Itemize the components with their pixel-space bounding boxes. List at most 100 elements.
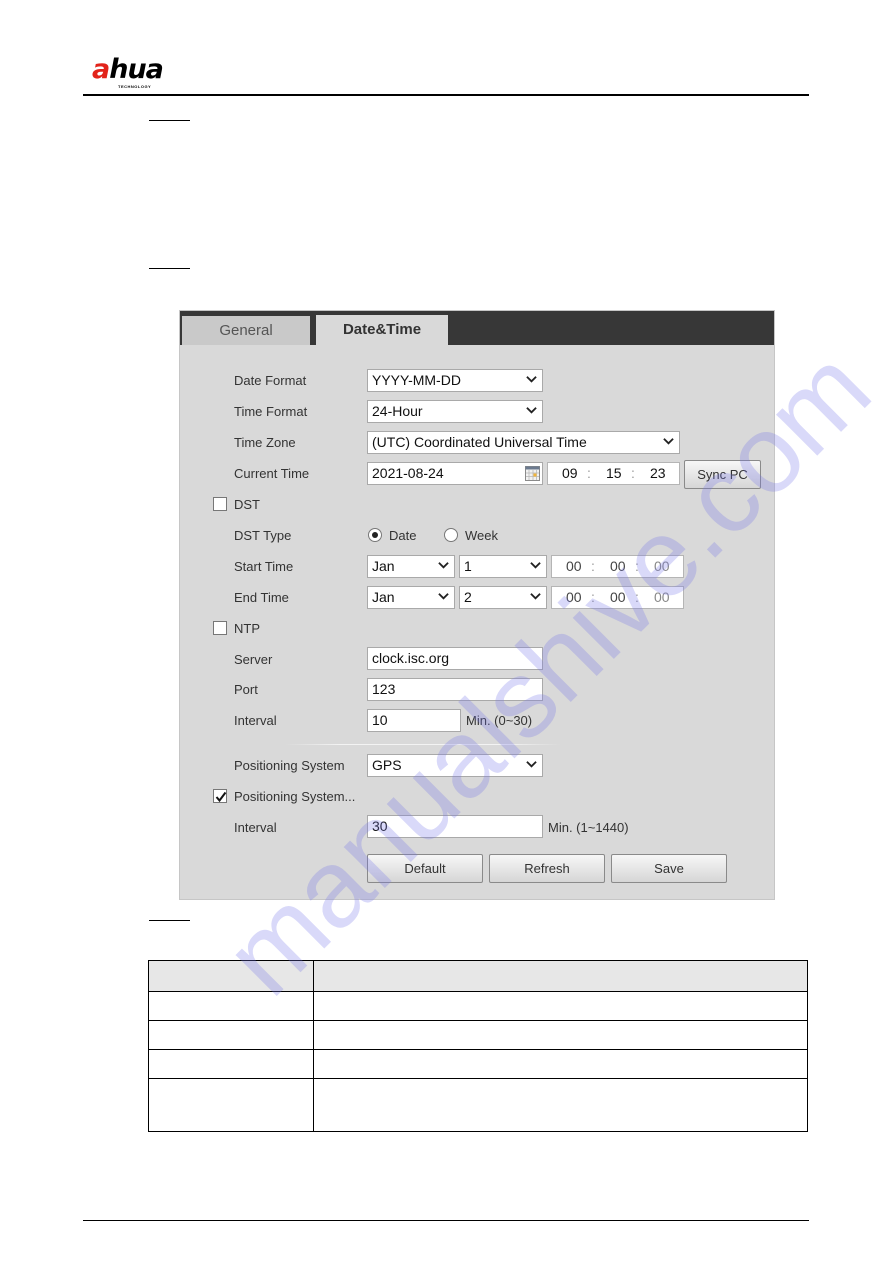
time-separator: : <box>635 589 639 605</box>
dst-checkbox[interactable] <box>213 497 227 511</box>
checkmark-icon <box>215 791 227 803</box>
current-time-input[interactable]: 09 : 15 : 23 <box>547 462 680 485</box>
step-marker <box>149 268 190 269</box>
end-time-label: End Time <box>234 590 289 605</box>
table-cell <box>148 1049 314 1079</box>
current-time-label: Current Time <box>234 466 310 481</box>
table-cell <box>313 1020 808 1050</box>
chevron-down-icon <box>438 593 449 600</box>
save-button[interactable]: Save <box>611 854 727 883</box>
sync-pc-button[interactable]: Sync PC <box>684 460 761 489</box>
current-date-input[interactable]: 2021-08-24 <box>367 462 543 485</box>
table-cell <box>148 1078 314 1132</box>
positioning-interval-input[interactable]: 30 <box>367 815 543 838</box>
end-second: 00 <box>654 589 670 605</box>
ntp-checkbox[interactable] <box>213 621 227 635</box>
date-format-select[interactable]: YYYY-MM-DD <box>367 369 543 392</box>
ntp-server-label: Server <box>234 652 273 667</box>
end-month-select[interactable]: Jan <box>367 586 455 609</box>
step-marker <box>149 120 190 121</box>
start-second: 00 <box>654 558 670 574</box>
ntp-interval-hint: Min. (0~30) <box>466 713 533 728</box>
dst-type-week-label: Week <box>465 528 498 543</box>
tab-bar: General Date&Time <box>180 311 774 345</box>
dst-type-week-radio[interactable] <box>444 528 458 542</box>
start-time-label: Start Time <box>234 559 294 574</box>
start-day-value: 1 <box>464 558 472 574</box>
current-hour: 09 <box>562 465 578 481</box>
table-row <box>148 991 808 1021</box>
time-zone-label: Time Zone <box>234 435 296 450</box>
tab-date-time[interactable]: Date&Time <box>316 315 448 345</box>
start-day-select[interactable]: 1 <box>459 555 547 578</box>
time-separator: : <box>631 465 635 481</box>
time-format-label: Time Format <box>234 404 308 419</box>
chevron-down-icon <box>526 407 537 414</box>
ntp-port-label: Port <box>234 682 258 697</box>
time-zone-value: (UTC) Coordinated Universal Time <box>372 434 587 450</box>
step-marker <box>149 920 190 921</box>
date-format-label: Date Format <box>234 373 307 388</box>
default-button[interactable]: Default <box>367 854 483 883</box>
dst-type-date-radio[interactable] <box>368 528 382 542</box>
chevron-down-icon <box>663 438 674 445</box>
time-zone-select[interactable]: (UTC) Coordinated Universal Time <box>367 431 680 454</box>
date-format-value: YYYY-MM-DD <box>372 372 461 388</box>
chevron-down-icon <box>530 593 541 600</box>
table-cell <box>148 991 314 1021</box>
chevron-down-icon <box>530 562 541 569</box>
calendar-icon[interactable] <box>525 466 540 481</box>
ntp-interval-label: Interval <box>234 713 277 728</box>
ntp-interval-input[interactable]: 10 <box>367 709 461 732</box>
refresh-button[interactable]: Refresh <box>489 854 605 883</box>
current-minute: 15 <box>606 465 622 481</box>
table-cell <box>313 1049 808 1079</box>
time-separator: : <box>591 558 595 574</box>
chevron-down-icon <box>438 562 449 569</box>
start-month-select[interactable]: Jan <box>367 555 455 578</box>
time-separator: : <box>635 558 639 574</box>
table-row <box>148 1020 808 1050</box>
end-month-value: Jan <box>372 589 395 605</box>
footer-rule <box>83 1220 809 1221</box>
ntp-label: NTP <box>234 621 260 636</box>
positioning-sync-checkbox[interactable] <box>213 789 227 803</box>
start-minute: 00 <box>610 558 626 574</box>
ntp-server-input[interactable]: clock.isc.org <box>367 647 543 670</box>
table-cell <box>313 991 808 1021</box>
dst-label: DST <box>234 497 260 512</box>
table-header-row <box>148 960 808 992</box>
chevron-down-icon <box>526 761 537 768</box>
positioning-sync-label: Positioning System... <box>234 789 356 804</box>
chevron-down-icon <box>526 376 537 383</box>
time-format-value: 24-Hour <box>372 403 423 419</box>
start-month-value: Jan <box>372 558 395 574</box>
section-divider <box>285 744 561 745</box>
positioning-system-select[interactable]: GPS <box>367 754 543 777</box>
start-hour: 00 <box>566 558 582 574</box>
time-format-select[interactable]: 24-Hour <box>367 400 543 423</box>
end-day-select[interactable]: 2 <box>459 586 547 609</box>
logo-mark: a <box>92 54 110 85</box>
end-day-value: 2 <box>464 589 472 605</box>
current-second: 23 <box>650 465 666 481</box>
end-minute: 00 <box>610 589 626 605</box>
end-time-input[interactable]: 00 : 00 : 00 <box>551 586 684 609</box>
table-header-cell <box>313 960 808 992</box>
logo-text: hua <box>109 54 164 85</box>
table-cell <box>313 1078 808 1132</box>
positioning-interval-label: Interval <box>234 820 277 835</box>
time-separator: : <box>587 465 591 481</box>
tab-general[interactable]: General <box>182 316 310 345</box>
date-time-settings-panel: General Date&Time Date Format YYYY-MM-DD… <box>179 310 775 900</box>
dst-type-label: DST Type <box>234 528 292 543</box>
parameter-table <box>148 960 808 1132</box>
dst-type-date-label: Date <box>389 528 417 543</box>
table-header-cell <box>148 960 314 992</box>
time-separator: : <box>591 589 595 605</box>
table-cell <box>148 1020 314 1050</box>
start-time-input[interactable]: 00 : 00 : 00 <box>551 555 684 578</box>
header-rule <box>83 94 809 96</box>
positioning-system-value: GPS <box>372 757 402 773</box>
ntp-port-input[interactable]: 123 <box>367 678 543 701</box>
